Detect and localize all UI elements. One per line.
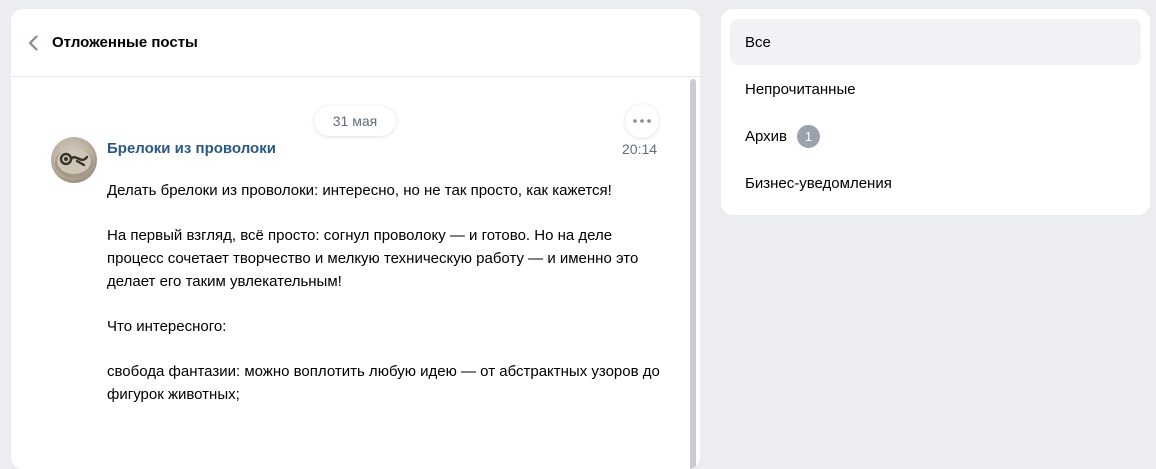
count-badge: 1 xyxy=(797,124,821,148)
chevron-left-icon xyxy=(28,34,38,51)
sidebar-item-label: Все xyxy=(745,33,771,51)
post-paragraph: свобода фантазии: можно воплотить любую … xyxy=(107,363,660,403)
filter-sidebar: Все Непрочитанные Архив 1 Бизнес-уведомл… xyxy=(721,9,1150,215)
post-paragraph: Что интересного: xyxy=(107,318,227,335)
sidebar-item-label: Бизнес-уведомления xyxy=(745,174,892,192)
sidebar-item-business-notifications[interactable]: Бизнес-уведомления xyxy=(730,160,1141,206)
keychain-avatar-icon xyxy=(55,148,93,178)
posts-feed[interactable]: 31 мая Брелоки из проволоки 20:14 Делать… xyxy=(11,77,700,469)
post-text: Делать брелоки из проволоки: интересно, … xyxy=(107,179,667,406)
sidebar-item-all[interactable]: Все xyxy=(730,19,1141,65)
more-horizontal-icon xyxy=(633,119,651,123)
post-more-button[interactable] xyxy=(625,104,659,138)
post-author-link[interactable]: Брелоки из проволоки xyxy=(107,140,276,157)
page-title: Отложенные посты xyxy=(52,34,198,51)
post-time: 20:14 xyxy=(622,141,658,157)
sidebar-item-unread[interactable]: Непрочитанные xyxy=(730,66,1141,112)
post-paragraph: На первый взгляд, всё просто: согнул про… xyxy=(107,227,639,290)
scheduled-posts-panel: Отложенные посты 31 мая Брелоки из прово… xyxy=(11,9,700,469)
back-button[interactable] xyxy=(25,33,41,53)
date-separator: 31 мая xyxy=(314,106,396,136)
sidebar-item-archive[interactable]: Архив 1 xyxy=(730,113,1141,159)
scrollbar[interactable] xyxy=(690,79,696,469)
sidebar-item-label: Непрочитанные xyxy=(745,80,856,98)
sidebar-item-label: Архив xyxy=(745,127,788,145)
author-avatar[interactable] xyxy=(51,137,97,183)
panel-header: Отложенные посты xyxy=(11,9,700,77)
post-paragraph: Делать брелоки из проволоки: интересно, … xyxy=(107,182,612,199)
